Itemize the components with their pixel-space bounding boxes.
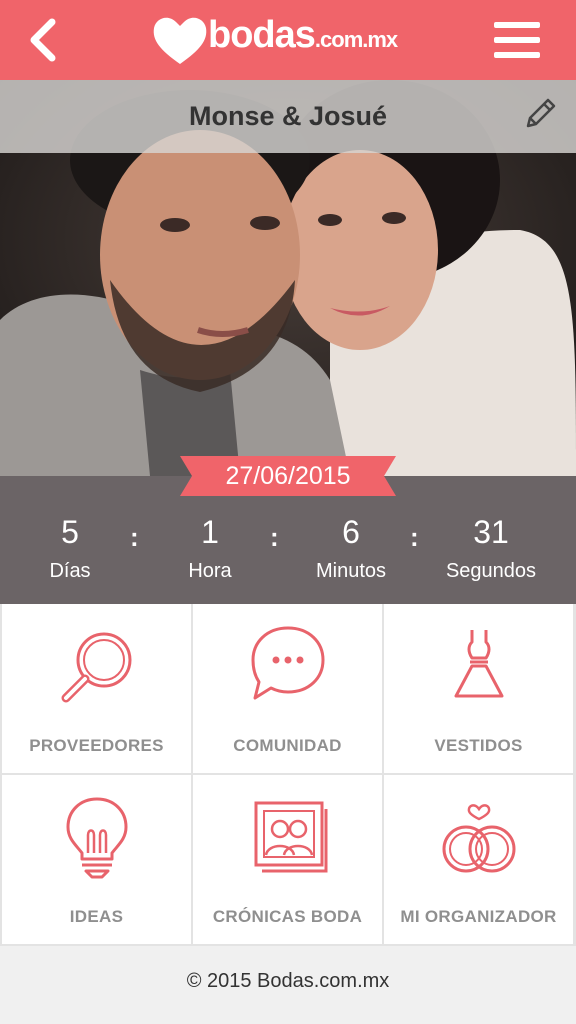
- wedding-date: 27/06/2015: [225, 462, 351, 490]
- brand-logo[interactable]: bodas.com.mx: [150, 10, 440, 70]
- tile-cronicas-boda[interactable]: CRÓNICAS BODA: [193, 775, 382, 944]
- couple-names: Monse & Josué: [188, 101, 388, 131]
- countdown-minutes-label: Minutos: [315, 560, 387, 582]
- footer: © 2015 Bodas.com.mx: [0, 946, 576, 1024]
- heart-logo-icon: [153, 17, 207, 65]
- countdown-hours-value: 1: [201, 514, 219, 550]
- tile-proveedores[interactable]: PROVEEDORES: [2, 604, 191, 773]
- tile-cronicas-boda-label: CRÓNICAS BODA: [212, 907, 363, 926]
- brand-name: bodas.com.mx: [208, 14, 398, 56]
- edit-button[interactable]: [520, 94, 560, 134]
- menu-grid: PROVEEDORES COMUNIDAD VESTIDOS IDEAS CRÓ…: [0, 604, 576, 946]
- copyright-text: © 2015 Bodas.com.mx: [186, 970, 390, 992]
- brand-suffix: .com.mx: [314, 27, 398, 52]
- tile-vestidos-label: VESTIDOS: [434, 736, 523, 755]
- countdown-separator: :: [410, 522, 419, 552]
- rings-icon: [442, 804, 516, 873]
- chat-bubble-icon: [251, 626, 325, 700]
- hamburger-icon: [494, 22, 540, 58]
- magnifier-icon: [61, 632, 132, 703]
- countdown-separator: :: [270, 522, 279, 552]
- countdown-seconds-label: Segundos: [445, 560, 537, 582]
- countdown-minutes: 6 Minutos: [281, 512, 421, 583]
- tile-ideas-label: IDEAS: [69, 907, 124, 926]
- tile-proveedores-label: PROVEEDORES: [29, 736, 164, 755]
- lightbulb-icon: [66, 797, 128, 879]
- countdown-hours: 1 Hora: [140, 512, 280, 583]
- back-button[interactable]: [22, 16, 68, 64]
- chevron-left-icon: [30, 18, 56, 62]
- couple-names-bar: Monse & Josué: [0, 80, 576, 153]
- tile-comunidad[interactable]: COMUNIDAD: [193, 604, 382, 773]
- countdown-seconds: 31 Segundos: [421, 512, 561, 583]
- countdown-seconds-value: 31: [473, 514, 509, 550]
- tile-vestidos[interactable]: VESTIDOS: [384, 604, 573, 773]
- tile-ideas[interactable]: IDEAS: [2, 775, 191, 944]
- countdown-separator: :: [130, 522, 139, 552]
- countdown-hours-label: Hora: [188, 560, 232, 582]
- tile-mi-organizador-label: MI ORGANIZADOR: [400, 907, 557, 926]
- countdown-days-label: Días: [49, 560, 91, 582]
- pencil-icon: [526, 98, 556, 128]
- dress-icon: [454, 630, 504, 698]
- tile-comunidad-label: COMUNIDAD: [233, 736, 342, 755]
- app-header: bodas.com.mx: [0, 0, 576, 80]
- tile-mi-organizador[interactable]: MI ORGANIZADOR: [384, 775, 573, 944]
- countdown-days-value: 5: [61, 514, 79, 550]
- photo-frame-icon: [254, 801, 328, 873]
- countdown-minutes-value: 6: [342, 514, 360, 550]
- countdown-days: 5 Días: [0, 512, 140, 583]
- menu-button[interactable]: [490, 18, 544, 62]
